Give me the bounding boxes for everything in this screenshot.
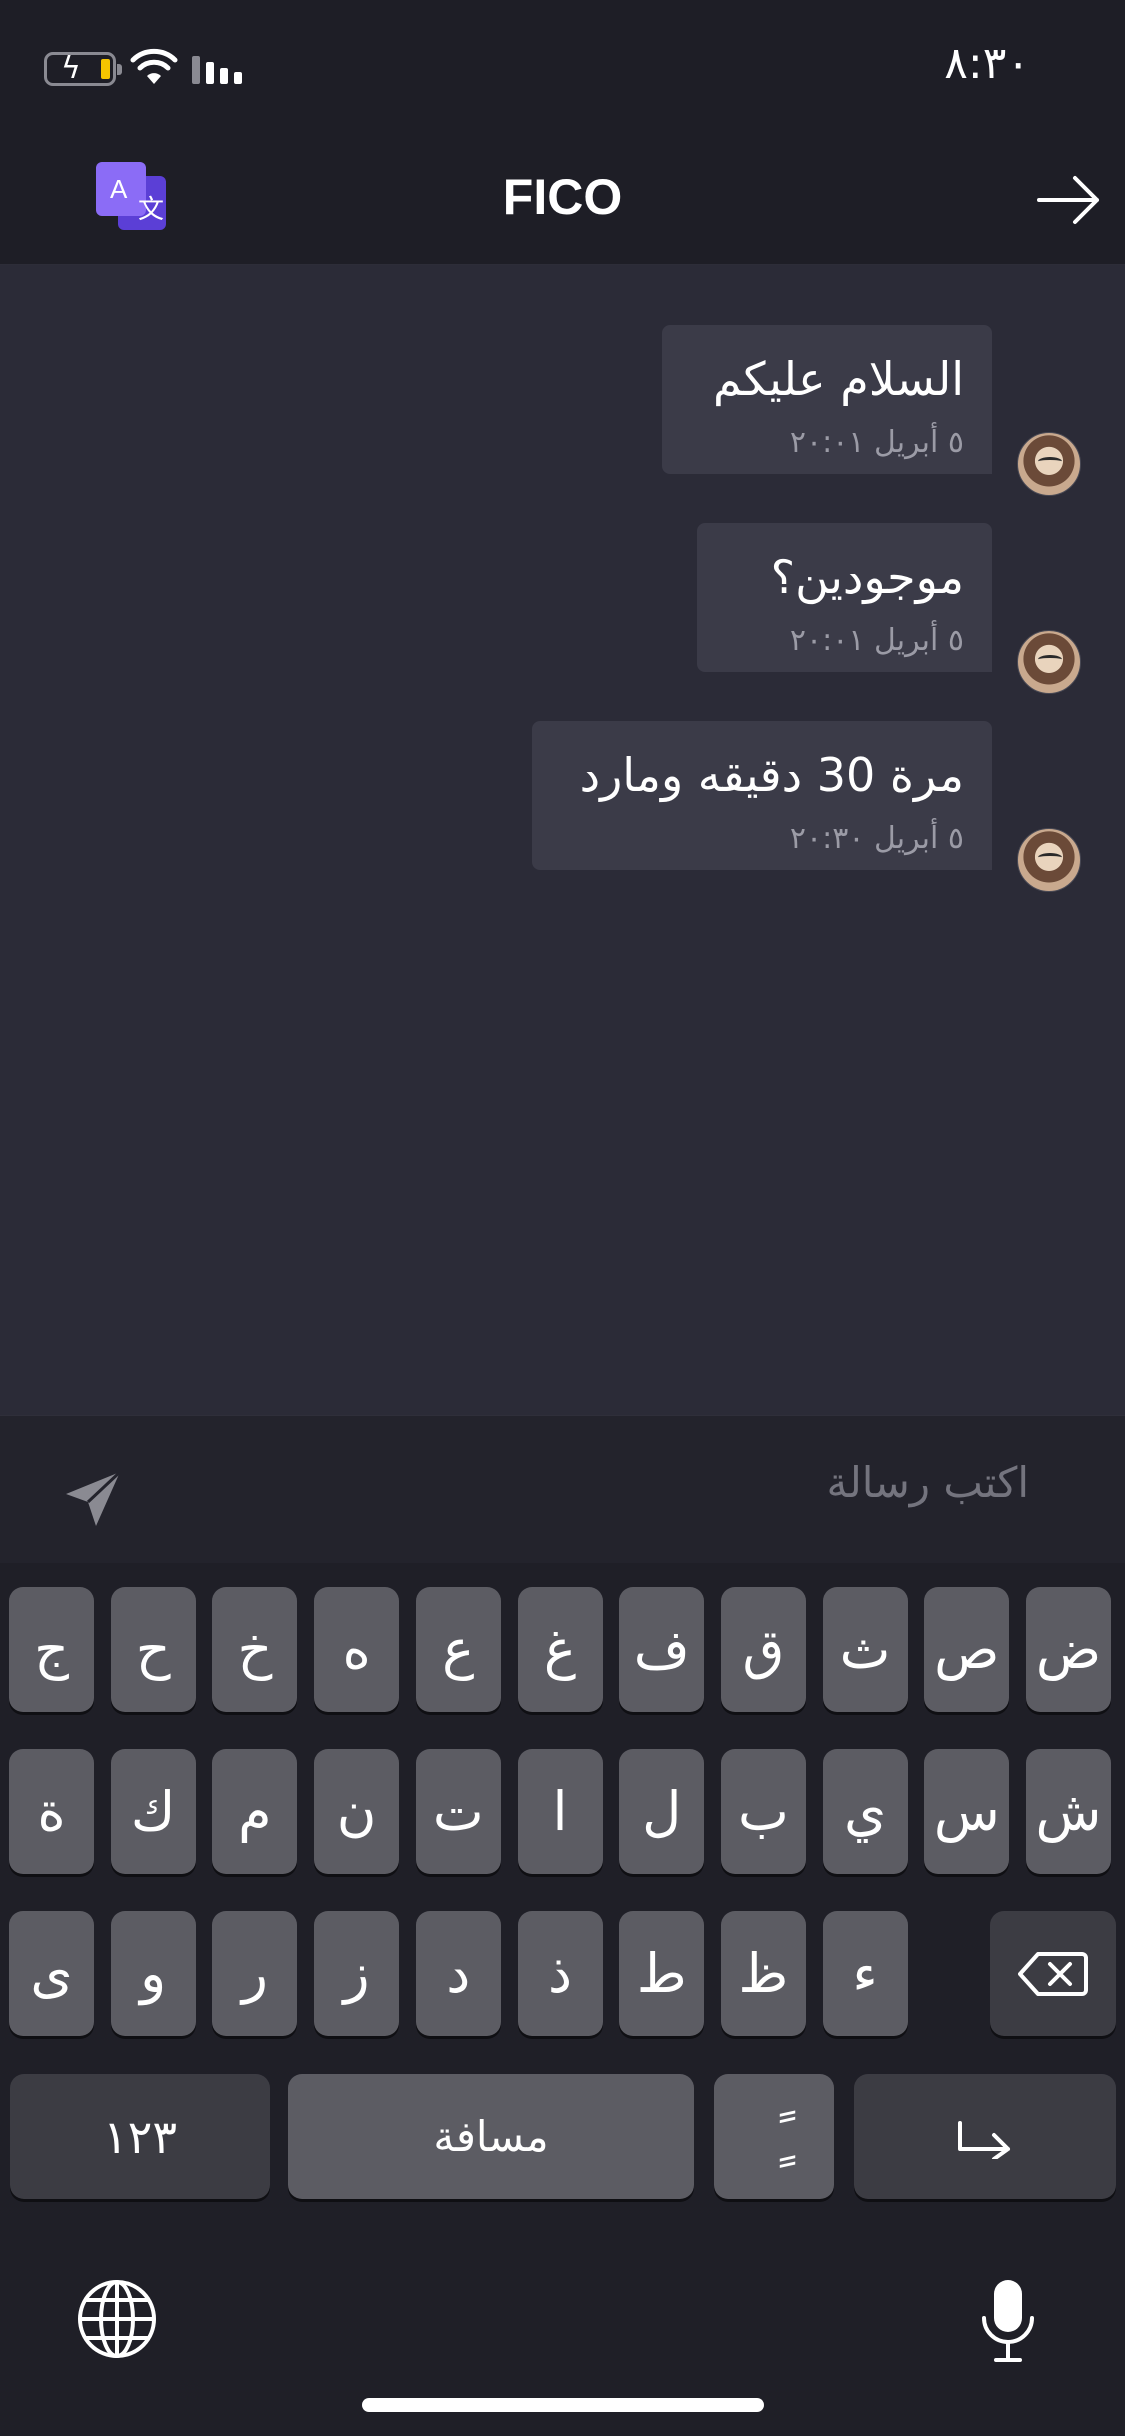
- message-text: مرة 30 دقيقه ومارد: [579, 748, 964, 802]
- return-key[interactable]: [854, 2074, 1116, 2199]
- message-bubble[interactable]: مرة 30 دقيقه ومارد ٥ أبريل ٢٠:٣٠: [531, 721, 992, 870]
- backspace-key[interactable]: [990, 1911, 1116, 2036]
- status-time: ٨:٣٠: [944, 38, 1030, 89]
- key-letter[interactable]: ج: [9, 1587, 94, 1712]
- cellular-signal-icon: [192, 54, 242, 84]
- key-letter[interactable]: ذ: [517, 1911, 603, 2036]
- key-letter[interactable]: ت: [415, 1749, 501, 1874]
- arrow-right-icon[interactable]: [1035, 172, 1103, 228]
- message-bubble[interactable]: موجودين؟ ٥ أبريل ٢٠:٠١: [697, 523, 992, 672]
- globe-icon[interactable]: [76, 2278, 158, 2360]
- key-letter[interactable]: ش: [1026, 1749, 1111, 1874]
- message-text: موجودين؟: [770, 550, 964, 604]
- keyboard: جحخهعغفقثصض ةكمنتالبيسش ىورزدذطظء ١٢٣ مس…: [0, 1563, 1125, 2436]
- message-timestamp: ٥ أبريل ٢٠:٠١: [789, 623, 964, 658]
- home-indicator[interactable]: [362, 2398, 764, 2412]
- key-letter[interactable]: ة: [9, 1749, 94, 1874]
- key-letter[interactable]: ر: [212, 1911, 298, 2036]
- key-letter[interactable]: ب: [720, 1749, 806, 1874]
- numbers-key[interactable]: ١٢٣: [10, 2074, 270, 2199]
- chat-header: A 文 FICO: [0, 130, 1125, 265]
- battery-icon: ϟ: [44, 51, 122, 86]
- key-letter[interactable]: ع: [415, 1587, 501, 1712]
- key-letter[interactable]: ك: [110, 1749, 196, 1874]
- key-letter[interactable]: م: [212, 1749, 298, 1874]
- key-letter[interactable]: ل: [619, 1749, 705, 1874]
- message-bubble[interactable]: السلام عليكم ٥ أبريل ٢٠:٠١: [662, 325, 992, 474]
- avatar[interactable]: [1017, 630, 1081, 694]
- key-letter[interactable]: ض: [1026, 1587, 1111, 1712]
- space-key[interactable]: مسافة: [288, 2074, 694, 2199]
- key-letter[interactable]: ص: [924, 1587, 1010, 1712]
- message-timestamp: ٥ أبريل ٢٠:٣٠: [789, 821, 964, 856]
- key-letter[interactable]: ط: [619, 1911, 705, 2036]
- diacritics-key[interactable]: ًٍ: [714, 2074, 834, 2199]
- avatar[interactable]: [1017, 828, 1081, 892]
- key-letter[interactable]: ى: [9, 1911, 94, 2036]
- key-letter[interactable]: ز: [314, 1911, 400, 2036]
- key-letter[interactable]: ه: [314, 1587, 400, 1712]
- key-letter[interactable]: س: [924, 1749, 1010, 1874]
- wifi-icon: [130, 48, 178, 84]
- key-letter[interactable]: خ: [212, 1587, 298, 1712]
- key-letter[interactable]: د: [415, 1911, 501, 2036]
- key-letter[interactable]: ي: [822, 1749, 908, 1874]
- key-letter[interactable]: ا: [517, 1749, 603, 1874]
- return-icon: [958, 2120, 1010, 2159]
- key-letter[interactable]: ن: [314, 1749, 400, 1874]
- key-letter[interactable]: ف: [619, 1587, 705, 1712]
- key-letter[interactable]: ق: [720, 1587, 806, 1712]
- message-input[interactable]: اكتب رسالة: [826, 1458, 1029, 1507]
- backspace-icon: [1018, 1951, 1088, 1996]
- key-letter[interactable]: ث: [822, 1587, 908, 1712]
- message-timestamp: ٥ أبريل ٢٠:٠١: [789, 425, 964, 460]
- conversation-title: FICO: [502, 169, 623, 225]
- message-text: السلام عليكم: [713, 352, 964, 406]
- key-letter[interactable]: ح: [110, 1587, 196, 1712]
- send-icon[interactable]: [62, 1468, 124, 1530]
- status-bar: ϟ ٨:٣٠: [0, 0, 1125, 130]
- message-composer: اكتب رسالة: [0, 1415, 1125, 1563]
- microphone-icon[interactable]: [978, 2278, 1038, 2364]
- avatar[interactable]: [1017, 432, 1081, 496]
- message-list[interactable]: السلام عليكم ٥ أبريل ٢٠:٠١ موجودين؟ ٥ أب…: [0, 265, 1125, 1415]
- key-letter[interactable]: ظ: [720, 1911, 806, 2036]
- key-letter[interactable]: و: [110, 1911, 196, 2036]
- key-letter[interactable]: غ: [517, 1587, 603, 1712]
- key-letter[interactable]: ء: [822, 1911, 908, 2036]
